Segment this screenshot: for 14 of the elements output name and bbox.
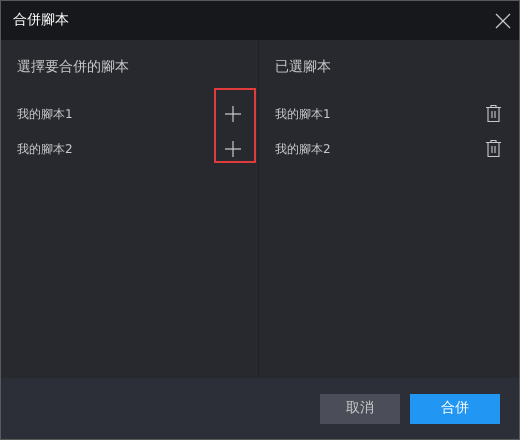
panel-heading: 已選腳本: [274, 58, 332, 77]
merge-button[interactable]: 合併: [410, 394, 500, 424]
plus-icon[interactable]: [225, 106, 241, 122]
panel-heading: 選擇要合併的腳本: [16, 58, 130, 77]
window-title: 合併腳本: [13, 11, 69, 30]
trash-icon[interactable]: [486, 105, 501, 122]
trash-icon[interactable]: [486, 140, 501, 157]
cancel-button[interactable]: 取消: [320, 394, 400, 424]
script-name: 我的腳本1: [17, 106, 73, 122]
close-icon[interactable]: [495, 12, 511, 28]
plus-icon[interactable]: [225, 140, 241, 156]
script-name: 我的腳本1: [275, 106, 331, 122]
script-name: 我的腳本2: [17, 140, 73, 158]
script-name: 我的腳本2: [275, 140, 331, 158]
